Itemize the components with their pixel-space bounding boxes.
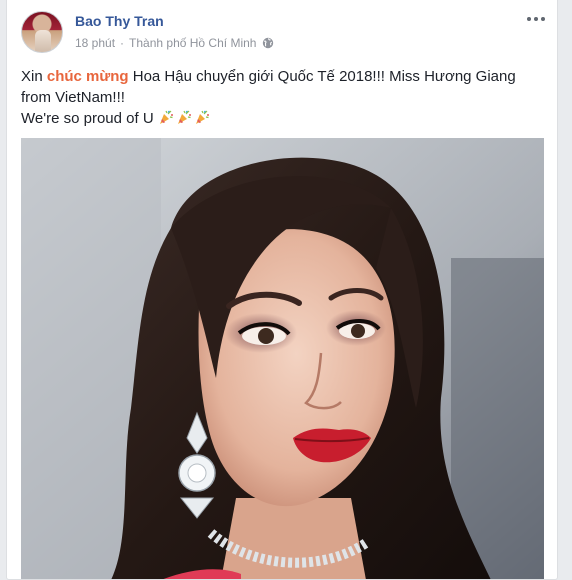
meta-separator: ·	[120, 36, 125, 50]
portrait-illustration	[21, 138, 544, 579]
globe-icon[interactable]	[262, 37, 274, 49]
post-text-line-3: We're so proud of U	[21, 108, 541, 129]
post-photo[interactable]	[21, 138, 544, 579]
post-time[interactable]: 18 phút	[75, 36, 115, 50]
post-location[interactable]: Thành phố Hồ Chí Minh	[129, 36, 256, 50]
post-text-line-1: Xin chúc mừng Hoa Hậu chuyển giới Quốc T…	[21, 66, 541, 87]
author-avatar[interactable]	[21, 11, 63, 53]
party-popper-icon	[195, 110, 209, 124]
post-card: Bao Thy Tran 18 phút · Thành phố Hồ Chí …	[6, 0, 558, 580]
author-name[interactable]: Bao Thy Tran	[75, 13, 164, 29]
text-suffix: Hoa Hậu chuyển giới Quốc Tế 2018!!! Miss…	[128, 68, 516, 85]
post-text: Xin chúc mừng Hoa Hậu chuyển giới Quốc T…	[21, 66, 541, 129]
text-line3: We're so proud of U	[21, 110, 158, 127]
more-options-icon[interactable]	[527, 12, 545, 26]
highlight-text: chúc mừng	[46, 68, 129, 85]
party-popper-icon	[177, 110, 191, 124]
text-prefix: Xin	[21, 68, 47, 85]
post-text-line-2: from VietNam!!!	[21, 89, 125, 106]
party-popper-icon	[159, 110, 173, 124]
post-meta: 18 phút · Thành phố Hồ Chí Minh	[75, 36, 274, 50]
